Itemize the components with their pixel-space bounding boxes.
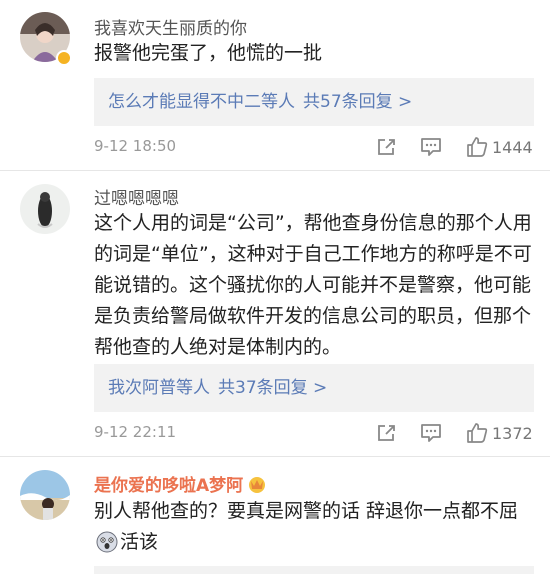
verified-badge-icon — [56, 50, 72, 66]
comment-icon — [421, 424, 441, 442]
comment-username[interactable]: 过嗯嗯嗯嗯 — [94, 184, 179, 209]
share-button[interactable] — [376, 420, 398, 446]
comment-username[interactable]: 我喜欢天生丽质的你 — [94, 14, 247, 39]
share-button[interactable] — [376, 134, 398, 160]
comment-text: 报警他完蛋了，他慌的一批 — [94, 42, 323, 64]
comment-text-part2: 活该 — [120, 531, 159, 553]
replies-names: 我次阿普等人 — [108, 378, 210, 398]
comment-meta: 9-12 22:11 1372 — [94, 420, 534, 446]
comment-meta: 9-12 18:50 1444 — [94, 134, 534, 160]
replies-names: 怎么才能显得不中二等人 — [108, 92, 295, 112]
crown-badge-icon — [247, 475, 267, 498]
like-button[interactable]: 1372 — [466, 420, 533, 446]
replies-summary-partial[interactable] — [94, 566, 534, 574]
username-text: 是你爱的哆啦A梦阿 — [94, 476, 244, 496]
replies-summary[interactable]: 怎么才能显得不中二等人 共57条回复 > — [94, 78, 534, 126]
thumbs-up-icon — [467, 423, 488, 443]
comment-text-part1: 别人帮他查的？要真是网警的话 辞退你一点都不屈 — [94, 500, 519, 522]
like-button[interactable]: 1444 — [466, 134, 533, 160]
comment-timestamp: 9-12 18:50 — [94, 137, 177, 155]
replies-count: 共57条回复 > — [303, 92, 413, 112]
shocked-face-emoji — [96, 531, 118, 563]
like-count: 1444 — [492, 137, 533, 157]
share-icon — [378, 139, 395, 155]
avatar[interactable] — [20, 184, 70, 234]
divider — [0, 170, 550, 171]
share-icon — [378, 425, 395, 441]
avatar[interactable] — [20, 470, 70, 520]
comment-username[interactable]: 是你爱的哆啦A梦阿 — [94, 471, 267, 498]
comment-text: 别人帮他查的？要真是网警的话 辞退你一点都不屈活该 — [94, 496, 534, 563]
comment-button[interactable] — [420, 134, 442, 160]
comment-icon — [421, 138, 441, 156]
comment-button[interactable] — [420, 420, 442, 446]
divider — [0, 456, 550, 457]
replies-summary[interactable]: 我次阿普等人 共37条回复 > — [94, 364, 534, 412]
thumbs-up-icon — [467, 137, 488, 157]
comment-text: 这个人用的词是“公司”，帮他查身份信息的那个人用的词是“单位”，这种对于自己工作… — [94, 212, 532, 358]
like-count: 1372 — [492, 423, 533, 443]
replies-count: 共37条回复 > — [218, 378, 328, 398]
comment-timestamp: 9-12 22:11 — [94, 423, 177, 441]
